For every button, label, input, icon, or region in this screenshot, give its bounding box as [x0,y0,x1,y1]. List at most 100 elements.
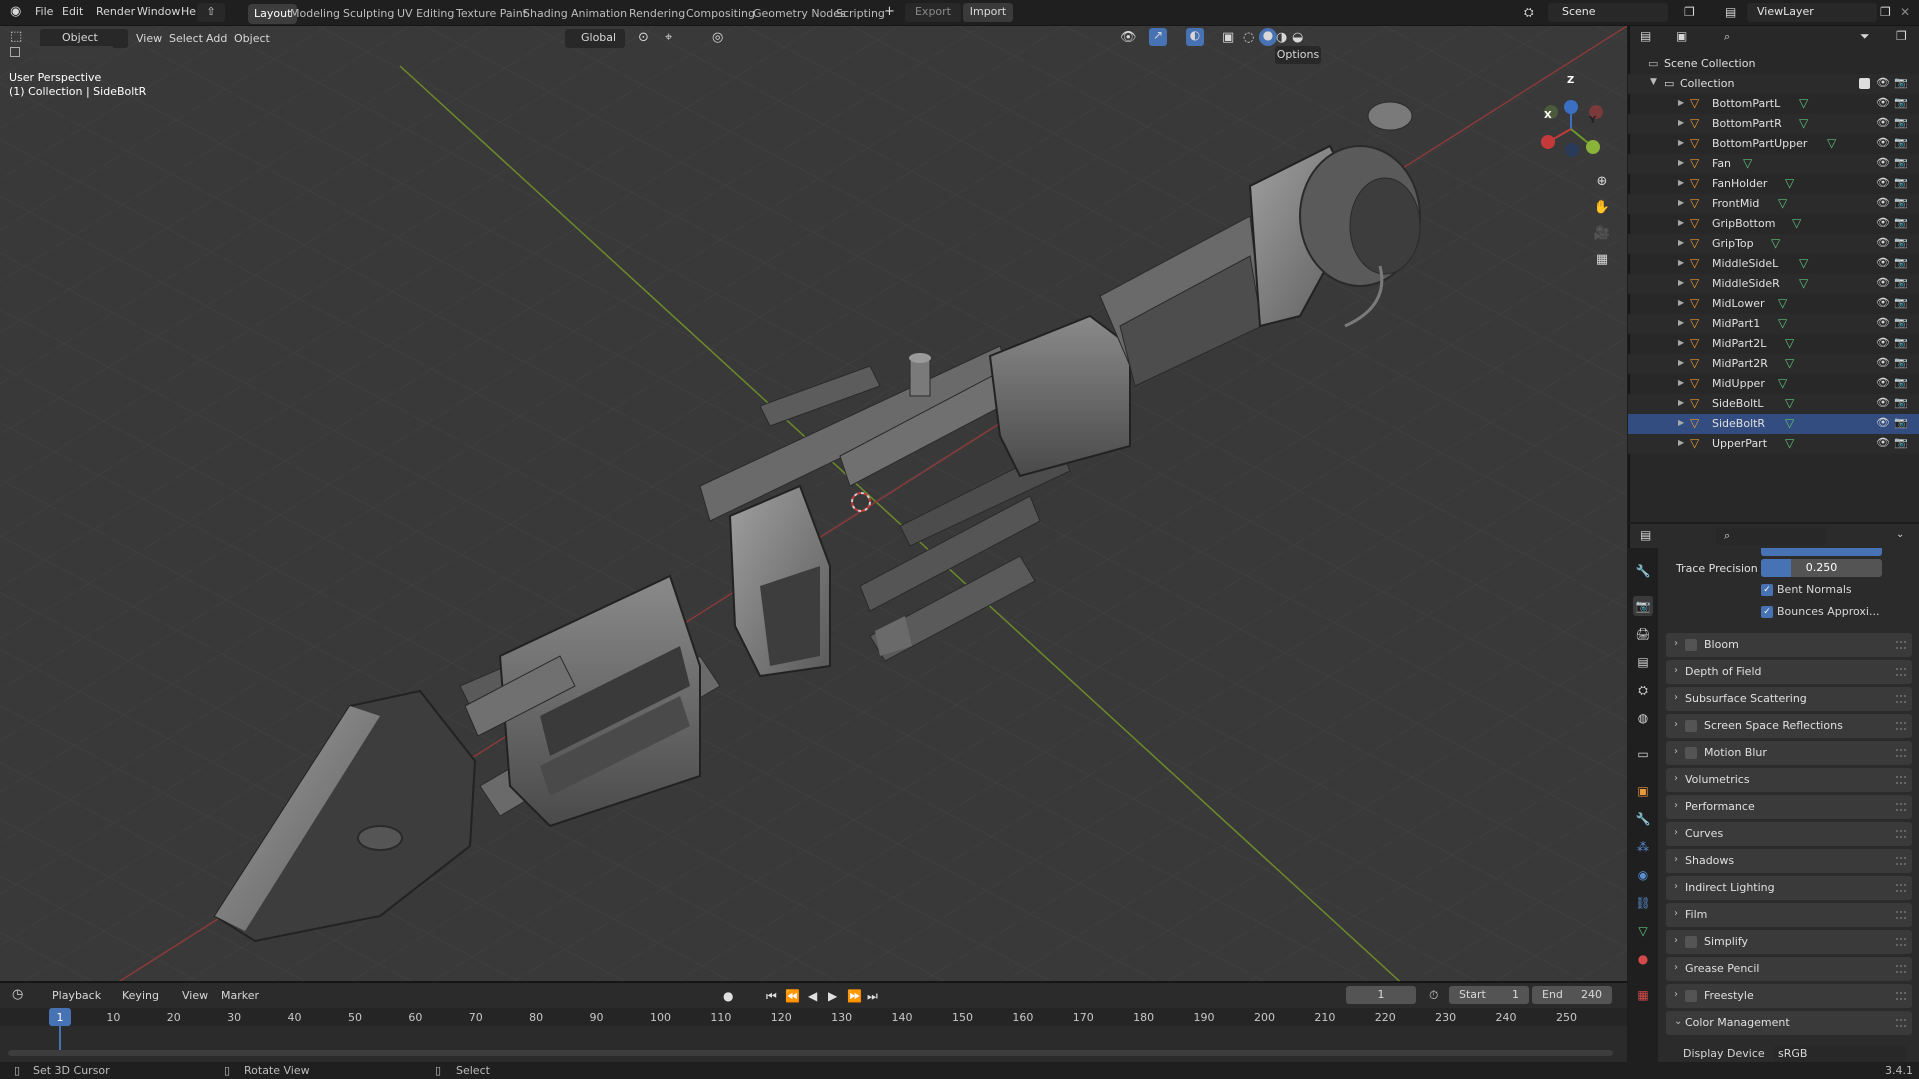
proportional-edit-icon[interactable]: ◎ [712,30,723,45]
gizmo-y-label[interactable]: Y [1589,115,1596,126]
workspace-upload-icon[interactable]: ⇧ [197,3,225,22]
end-frame-field[interactable]: End 240 [1532,986,1612,1004]
eye-icon[interactable]: 👁 [1876,76,1890,89]
expand-chevron-icon[interactable]: ▶ [1678,138,1684,147]
expand-chevron-icon[interactable]: ▶ [1678,258,1684,267]
orientation-selector[interactable]: Global [565,29,625,48]
timeline-editor-icon[interactable]: ◷ [12,987,23,1002]
eye-icon[interactable]: 👁 [1876,276,1890,289]
outliner-object-row[interactable]: ▶ ▽ GripTop ▽ 👁 📷 [1628,234,1919,254]
drag-handle-icon[interactable] [1896,992,1906,1000]
mesh-data-icon[interactable]: ▽ [1778,316,1787,330]
outliner-object-row[interactable]: ▶ ▽ BottomPartUpper ▽ 👁 📷 [1628,134,1919,154]
expand-chevron-icon[interactable]: ▼ [1650,77,1657,87]
eye-icon[interactable]: 👁 [1876,216,1890,229]
mesh-data-icon[interactable]: ▽ [1785,436,1794,450]
mesh-data-icon[interactable]: ▽ [1778,196,1787,210]
select-tool-icon[interactable] [10,47,20,57]
render-panel-header[interactable]: › Grease Pencil [1666,957,1912,981]
render-panel-header[interactable]: › Performance [1666,795,1912,819]
blender-logo-icon[interactable]: ◉ [10,4,21,19]
drag-handle-icon[interactable] [1896,938,1906,946]
camera-icon[interactable]: 📷 [1894,236,1908,249]
mesh-data-icon[interactable]: ▽ [1785,356,1794,370]
panel-enable-checkbox[interactable] [1685,639,1697,651]
mesh-data-icon[interactable]: ▽ [1799,96,1808,110]
particles-tab-icon[interactable]: ⁂ [1633,837,1653,857]
render-panel-header[interactable]: › Simplify [1666,930,1912,954]
expand-chevron-icon[interactable]: ▶ [1678,438,1684,447]
mesh-data-icon[interactable]: ▽ [1792,216,1801,230]
camera-icon[interactable]: 📷 [1894,316,1908,329]
play-icon[interactable]: ▶ [828,989,837,1003]
outliner-object-row[interactable]: ▶ ▽ FrontMid ▽ 👁 📷 [1628,194,1919,214]
render-panel-header[interactable]: › Film [1666,903,1912,927]
display-mode-icon[interactable]: ▣ [1676,29,1687,43]
chevron-down-icon[interactable]: ⌄ [1896,529,1904,540]
outliner-object-row[interactable]: ▶ ▽ MiddleSideR ▽ 👁 📷 [1628,274,1919,294]
export-button[interactable]: Export [905,3,961,22]
camera-icon[interactable]: 📷 [1894,436,1908,449]
expand-chevron-icon[interactable]: ▶ [1678,418,1684,427]
menu-object[interactable]: Object [234,32,270,45]
bounces-approx-checkbox[interactable]: ✓ [1761,606,1773,618]
drag-handle-icon[interactable] [1896,641,1906,649]
camera-icon[interactable]: 📷 [1894,76,1908,89]
add-workspace-button[interactable]: + [884,4,895,19]
properties-editor-icon[interactable]: ▤ [1640,528,1651,542]
playback-menu[interactable]: Playback [52,989,101,1002]
eye-icon[interactable]: 👁 [1876,296,1890,309]
drag-handle-icon[interactable] [1896,722,1906,730]
modifier-tab-icon[interactable]: 🔧 [1633,809,1653,829]
eye-icon[interactable]: 👁 [1876,96,1890,109]
material-tab-icon[interactable]: ● [1633,949,1653,969]
expand-chevron-icon[interactable]: ▶ [1678,398,1684,407]
mesh-data-icon[interactable]: ▽ [1778,376,1787,390]
current-frame-field[interactable]: 1 [1346,986,1416,1004]
render-panel-header[interactable]: › Subsurface Scattering [1666,687,1912,711]
drag-handle-icon[interactable] [1896,884,1906,892]
outliner-object-row[interactable]: ▶ ▽ SideBoltR ▽ 👁 📷 [1628,414,1919,434]
new-scene-icon[interactable]: ❐ [1684,5,1695,19]
start-frame-field[interactable]: Start 1 [1449,986,1529,1004]
expand-chevron-icon[interactable]: ▶ [1678,178,1684,187]
rendered-shading-icon[interactable]: ◒ [1292,30,1303,45]
eye-icon[interactable]: 👁 [1876,196,1890,209]
expand-chevron-icon[interactable]: ▶ [1678,118,1684,127]
menu-select[interactable]: Select [169,32,203,45]
render-panel-header[interactable]: › Indirect Lighting [1666,876,1912,900]
outliner-object-row[interactable]: ▶ ▽ GripBottom ▽ 👁 📷 [1628,214,1919,234]
physics-tab-icon[interactable]: ◉ [1633,865,1653,885]
camera-icon[interactable]: 📷 [1894,156,1908,169]
pivot-icon[interactable]: ⊙ [638,30,649,45]
expand-chevron-icon[interactable]: ▶ [1678,358,1684,367]
mesh-data-icon[interactable]: ▽ [1799,276,1808,290]
camera-view-icon[interactable]: 🎥 [1592,226,1612,246]
eye-icon[interactable]: 👁 [1876,156,1890,169]
expand-chevron-icon[interactable]: ▶ [1678,378,1684,387]
mesh-data-icon[interactable]: ▽ [1827,136,1836,150]
render-panel-header[interactable]: › Shadows [1666,849,1912,873]
render-panel-header[interactable]: › Depth of Field [1666,660,1912,684]
panel-enable-checkbox[interactable] [1685,936,1697,948]
zoom-icon[interactable]: ⊕ [1592,174,1612,194]
object-tab-icon[interactable]: ▣ [1633,781,1653,801]
render-panel-header[interactable]: › Curves [1666,822,1912,846]
tool-tab-icon[interactable]: 🔧 [1633,561,1653,581]
collection-checkbox[interactable] [1859,78,1870,89]
render-panel-header[interactable]: › Freestyle [1666,984,1912,1008]
camera-icon[interactable]: 📷 [1894,96,1908,109]
timeline-scrollbar[interactable] [8,1050,1613,1056]
clipped-slider-field[interactable] [1761,548,1882,556]
texture-tab-icon[interactable]: ▦ [1633,985,1653,1005]
overlay-toggle-icon[interactable]: ◐ [1186,28,1204,46]
selection-mode-buttons[interactable] [38,46,114,61]
snap-icon[interactable]: ⌖ [665,30,672,45]
camera-icon[interactable]: 📷 [1894,136,1908,149]
camera-icon[interactable]: 📷 [1894,416,1908,429]
prev-keyframe-icon[interactable]: ⏪ [785,989,800,1003]
outliner-object-row[interactable]: ▶ ▽ MidPart2L ▽ 👁 📷 [1628,334,1919,354]
world-tab-icon[interactable]: ◍ [1633,708,1653,728]
eye-icon[interactable]: 👁 [1876,316,1890,329]
eye-icon[interactable]: 👁 [1876,256,1890,269]
